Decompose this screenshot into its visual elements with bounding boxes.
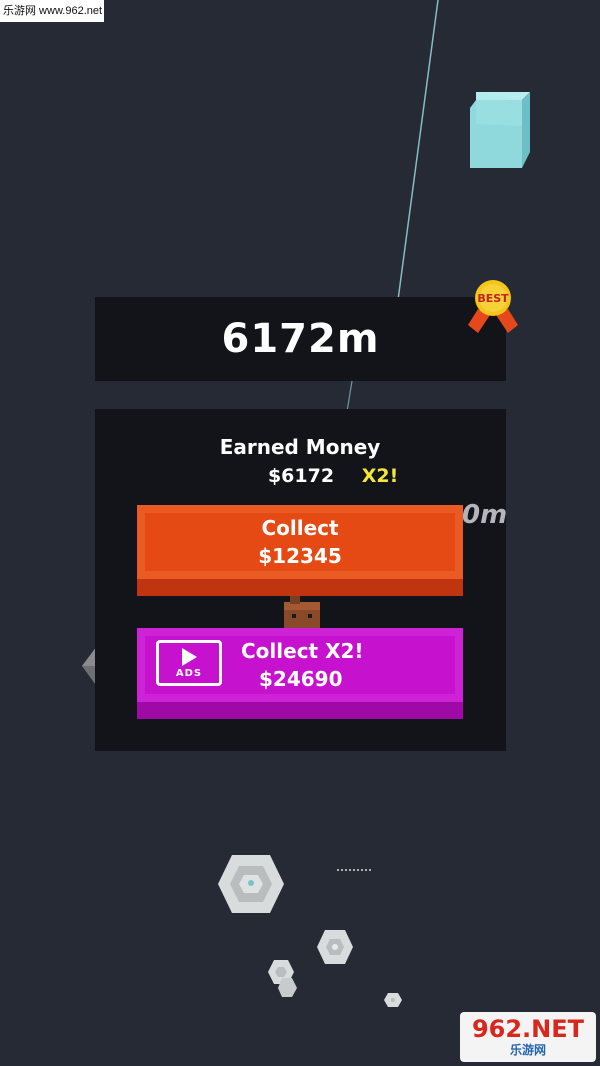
earned-money-title: Earned Money: [219, 435, 381, 459]
player-character: [284, 596, 320, 632]
hexagon-obstacle-tiny: [268, 960, 402, 1007]
play-ads-icon: ADS: [156, 640, 222, 686]
watermark-bottom-sub: 乐游网: [509, 1043, 546, 1057]
ghost-distance-text: 0m: [462, 500, 508, 530]
collect-x2-button-amount: $24690: [259, 667, 343, 691]
earned-money-amount: $6172: [267, 465, 335, 487]
collect-button-amount: $12345: [258, 544, 342, 568]
trail-line: [397, 0, 439, 301]
game-scene: 乐游网 www.962.net 6172m BEST 0m Earned Mon…: [0, 0, 600, 1066]
ads-label: ADS: [175, 668, 203, 679]
collect-x2-button[interactable]: ADS Collect X2! $24690: [137, 628, 463, 719]
watermark-top: 乐游网 www.962.net: [0, 0, 104, 22]
distance-panel: 6172m: [95, 297, 506, 381]
collect-button[interactable]: Collect $12345: [137, 505, 463, 596]
cube-obstacle: [470, 92, 530, 168]
play-triangle-icon: [182, 648, 197, 666]
distance-value: 6172m: [221, 316, 380, 362]
hexagon-obstacle-small: [317, 930, 353, 964]
watermark-bottom-main: 962.NET: [471, 1015, 585, 1043]
hexagon-obstacle: [218, 855, 284, 913]
collect-button-label: Collect: [261, 516, 339, 540]
best-badge-label: BEST: [477, 292, 509, 305]
multiplier-tag: X2!: [361, 465, 399, 487]
best-badge-icon: BEST: [468, 280, 518, 333]
watermark-bottom: 962.NET 乐游网: [460, 1012, 596, 1062]
collect-x2-button-label: Collect X2!: [241, 639, 364, 663]
